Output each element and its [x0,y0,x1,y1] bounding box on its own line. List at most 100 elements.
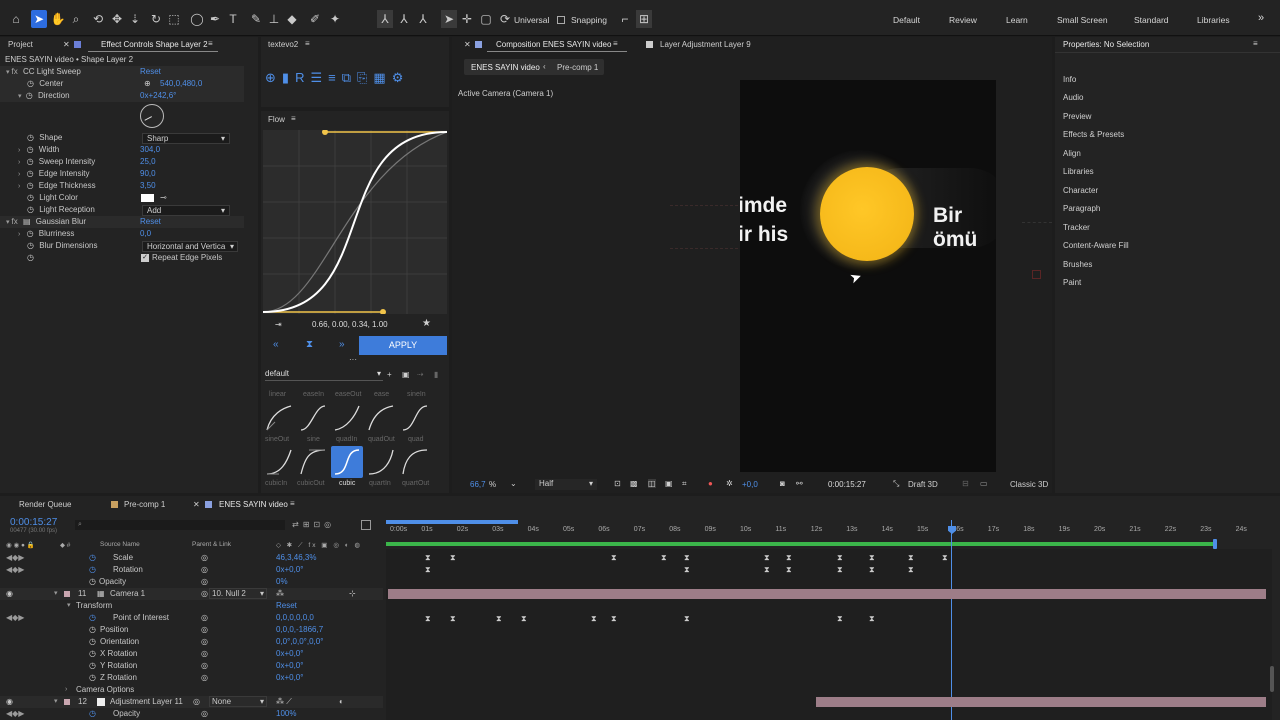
scale-3d-icon[interactable]: ▢ [478,10,494,28]
stopwatch-icon[interactable]: ◷ [27,145,34,154]
keyframe-marker[interactable]: ⧗ [786,566,792,574]
tab-project[interactable]: Project [8,40,33,49]
panel-info[interactable]: Info [1063,75,1076,84]
breadcrumb-precomp[interactable]: Pre-comp 1 [557,63,598,72]
blur-dimensions-dropdown[interactable]: Horizontal and Vertica ▾ [142,241,238,252]
ease-cubic-out[interactable] [297,446,329,478]
export-icon[interactable]: ⇢ [417,370,424,379]
keyframe-marker[interactable]: ⧗ [869,566,875,574]
curve-values[interactable]: 0.66, 0.00, 0.34, 1.00 [312,320,388,329]
workspace-standard[interactable]: Standard [1134,15,1169,25]
stopwatch-icon[interactable]: ◷ [27,205,34,214]
prev-icon[interactable]: « [273,339,279,350]
panel-paragraph[interactable]: Paragraph [1063,204,1100,213]
keyframe-marker[interactable]: ⧗ [764,566,770,574]
panel-menu-icon[interactable]: ≡ [305,39,310,48]
stopwatch-icon[interactable]: ◷ [27,181,34,190]
prop-light-color[interactable]: ◷ Light Color ⊸ [0,192,244,204]
tab-flow[interactable]: Flow [268,115,285,124]
ease-quad-out[interactable] [365,402,397,434]
view-options-icon[interactable]: ▭ [980,479,988,488]
shape-dropdown[interactable]: Sharp ▾ [142,133,230,144]
ease-sine[interactable] [297,402,329,434]
stopwatch-icon[interactable]: ◷ [27,229,34,238]
select-3d-icon[interactable]: ➤ [441,10,457,28]
reset-link[interactable]: Reset [140,66,161,78]
reset-link[interactable]: Reset [140,216,161,228]
mask-icon[interactable]: ◫ [648,479,656,488]
ease-quad-in[interactable] [331,402,363,434]
keyframe-marker[interactable]: ⧗ [908,554,914,562]
breadcrumb-current[interactable]: ENES SAYIN video [471,63,540,72]
delete-icon[interactable]: ▮ [434,370,438,379]
panel-effects-presets[interactable]: Effects & Presets [1063,130,1124,139]
close-icon[interactable]: ✕ [63,40,70,49]
comp-timecode[interactable]: 0:00:15:27 [828,480,866,489]
duplicate-icon[interactable]: ⎘ [357,70,373,85]
bezier-graph[interactable] [263,130,447,314]
ease-quad[interactable] [399,402,431,434]
workspace-default[interactable]: Default [893,15,920,25]
move-3d-icon[interactable]: ✛ [459,10,475,28]
tab-composition[interactable]: Composition ENES SAYIN video [496,40,611,49]
light-reception-dropdown[interactable]: Add ▾ [142,205,230,216]
prop-repeat-edge[interactable]: ◷ ✓ Repeat Edge Pixels [0,252,244,264]
keyframe-marker[interactable]: ⧗ [684,615,690,623]
pen-tool-icon[interactable]: ✒ [207,10,223,28]
axis-world-icon[interactable]: ⅄ [396,10,412,28]
keyframe-marker[interactable]: ⧗ [661,554,667,562]
home-icon[interactable]: ⌂ [8,10,24,28]
universal-label[interactable]: Universal [514,15,549,25]
panel-paint[interactable]: Paint [1063,278,1081,287]
keyframe-marker[interactable]: ⧗ [764,554,770,562]
exposure-value[interactable]: +0,0 [742,480,758,489]
hourglass-icon[interactable]: ⧗ [306,339,313,350]
keyframe-marker[interactable]: ⧗ [837,615,843,623]
keyframe-marker[interactable]: ⧗ [425,554,431,562]
hand-tool-icon[interactable]: ✋ [50,10,66,28]
panel-libraries[interactable]: Libraries [1063,167,1094,176]
grid-icon[interactable]: ▦ [373,70,391,85]
panel-tracker[interactable]: Tracker [1063,223,1090,232]
puppet-tool-icon[interactable]: ✦ [327,10,343,28]
pan-tool-icon[interactable]: ✥ [109,10,125,28]
panel-content-aware-fill[interactable]: Content-Aware Fill [1063,241,1129,250]
star-icon[interactable]: ★ [422,318,431,329]
region-icon[interactable]: ⊡ [614,479,621,488]
renderer-label[interactable]: Classic 3D [1010,480,1048,489]
workspace-libraries[interactable]: Libraries [1197,15,1230,25]
trash-icon[interactable]: ▮ [282,70,295,85]
selection-tool-icon[interactable]: ➤ [31,10,47,28]
ease-cubic-selected[interactable] [331,446,363,478]
panel-menu-icon[interactable]: ≡ [291,114,296,123]
eyedropper-icon[interactable]: ⊸ [160,192,167,204]
effect-gaussian-blur[interactable]: ▾ fx ▤ Gaussian Blur Reset [0,216,244,228]
ease-quart-in[interactable] [365,446,397,478]
align-icon[interactable]: R [295,70,310,85]
close-icon[interactable]: ✕ [464,40,471,49]
workspace-learn[interactable]: Learn [1006,15,1028,25]
add-preset-icon[interactable]: + [387,370,392,379]
stopwatch-icon[interactable]: ◷ [26,91,33,100]
target-icon[interactable]: ⊕ [265,70,282,85]
universal-icon[interactable]: ⟳ [497,10,513,28]
split-icon[interactable]: ≡ [328,70,342,85]
timeline-scrollbar[interactable] [1270,666,1274,692]
shapes-icon[interactable]: ⧉ [342,70,357,85]
view-layout-icon[interactable]: ⊟ [962,479,969,488]
anchor-tool-icon[interactable]: ⬚ [166,10,182,28]
keyframe-marker[interactable]: ⧗ [684,554,690,562]
direction-dial[interactable] [140,104,164,128]
tab-layer[interactable]: Layer Adjustment Layer 9 [660,40,751,49]
clone-tool-icon[interactable]: ⊥ [266,10,282,28]
keyframe-marker[interactable]: ⧗ [942,554,948,562]
orbit-tool-icon[interactable]: ⟲ [90,10,106,28]
keyframe-marker[interactable]: ⧗ [425,615,431,623]
brush-tool-icon[interactable]: ✎ [248,10,264,28]
workspace-small-screen[interactable]: Small Screen [1057,15,1108,25]
ease-quart-out[interactable] [399,446,431,478]
rotate-tool-icon[interactable]: ↻ [148,10,164,28]
prop-edge-thickness[interactable]: › ◷ Edge Thickness 3,50 [0,180,244,192]
dolly-tool-icon[interactable]: ⇣ [127,10,143,28]
panel-character[interactable]: Character [1063,186,1098,195]
